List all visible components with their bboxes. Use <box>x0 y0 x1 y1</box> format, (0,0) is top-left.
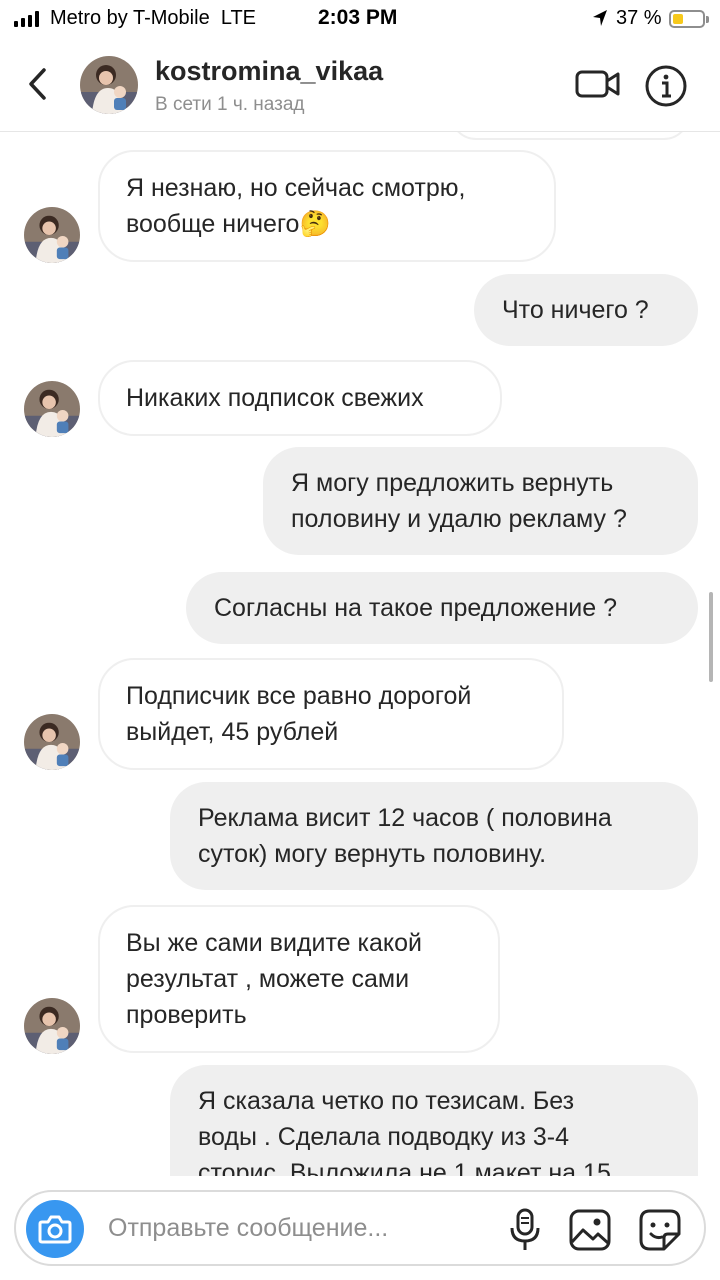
status-bar: Metro by T-Mobile LTE 2:03 PM 37 % <box>0 0 720 40</box>
info-icon[interactable] <box>644 64 688 108</box>
message-thread[interactable]: Я незнаю, но сейчас смотрю, вообще ничег… <box>0 132 720 1176</box>
message-text: Я могу предложить вернуть <box>291 469 614 497</box>
message-text: Я сказала четко по тезисам. Без <box>198 1087 575 1115</box>
contact-avatar-small[interactable] <box>24 207 80 263</box>
message-bubble-incoming[interactable]: Подписчик все равно дорогой выйдет, 45 р… <box>98 658 564 770</box>
battery-icon <box>669 10 709 28</box>
message-bubble-outgoing[interactable]: Я сказала четко по тезисам. Без воды . С… <box>170 1065 698 1176</box>
conversation-header: kostromina_vikaa В сети 1 ч. назад <box>0 40 720 132</box>
message-text: Реклама висит 12 часов ( половина <box>198 804 612 832</box>
gallery-icon[interactable] <box>568 1208 612 1252</box>
message-bubble-outgoing[interactable]: Реклама висит 12 часов ( половина суток)… <box>170 782 698 890</box>
message-text: половину и удалю рекламу ? <box>291 505 627 533</box>
microphone-icon[interactable] <box>509 1208 541 1252</box>
scrollbar[interactable] <box>709 592 713 682</box>
carrier-name: Metro by T-Mobile <box>50 7 210 29</box>
message-text: суток) могу вернуть половину. <box>198 840 547 868</box>
message-text: результат , можете сами <box>126 965 410 993</box>
message-bubble-incoming[interactable]: Вы же сами видите какой результат , може… <box>98 905 500 1053</box>
contact-avatar-small[interactable] <box>24 998 80 1054</box>
message-text: Вы же сами видите какой <box>126 929 422 957</box>
message-text: Согласны на такое предложение ? <box>214 594 617 622</box>
network-type: LTE <box>220 7 257 29</box>
message-input[interactable] <box>108 1204 488 1252</box>
message-text: Подписчик все равно дорогой <box>126 682 472 710</box>
clock: 2:03 PM <box>318 6 398 29</box>
message-text: воды . Сделала подводку из 3-4 <box>198 1123 569 1151</box>
message-text: Никаких подписок свежих <box>126 384 424 412</box>
camera-button[interactable] <box>26 1200 84 1258</box>
battery-percent: 37 % <box>616 7 662 29</box>
presence-status: В сети 1 ч. назад <box>155 94 305 115</box>
previous-message-bubble <box>450 132 690 140</box>
contact-avatar-small[interactable] <box>24 714 80 770</box>
contact-avatar[interactable] <box>80 56 138 114</box>
message-text: проверить <box>126 1001 247 1029</box>
message-text: Что ничего ? <box>502 296 649 324</box>
message-text: выйдет, 45 рублей <box>126 718 339 746</box>
sticker-icon[interactable] <box>638 1208 682 1252</box>
camera-icon <box>38 1215 72 1244</box>
message-bubble-outgoing[interactable]: Согласны на такое предложение ? <box>186 572 698 644</box>
location-arrow-icon <box>593 10 607 26</box>
contact-avatar-small[interactable] <box>24 381 80 437</box>
signal-strength-icon <box>14 11 39 27</box>
carrier-label: Metro by T-Mobile LTE <box>50 7 256 30</box>
message-composer <box>14 1190 706 1266</box>
message-bubble-outgoing[interactable]: Я могу предложить вернуть половину и уда… <box>263 447 698 555</box>
message-text: Я незнаю, но сейчас смотрю, <box>126 174 466 202</box>
message-bubble-incoming[interactable]: Я незнаю, но сейчас смотрю, вообще ничег… <box>98 150 556 262</box>
battery-level-fill <box>673 14 683 24</box>
contact-username[interactable]: kostromina_vikaa <box>155 56 383 87</box>
message-bubble-outgoing[interactable]: Что ничего ? <box>474 274 698 346</box>
message-text: сторис. Выложила не 1 макет на 15 <box>198 1159 611 1176</box>
message-bubble-incoming[interactable]: Никаких подписок свежих <box>98 360 502 436</box>
chevron-left-icon[interactable] <box>24 64 54 104</box>
video-camera-icon[interactable] <box>574 64 622 104</box>
message-text: вообще ничего🤔 <box>126 210 331 238</box>
